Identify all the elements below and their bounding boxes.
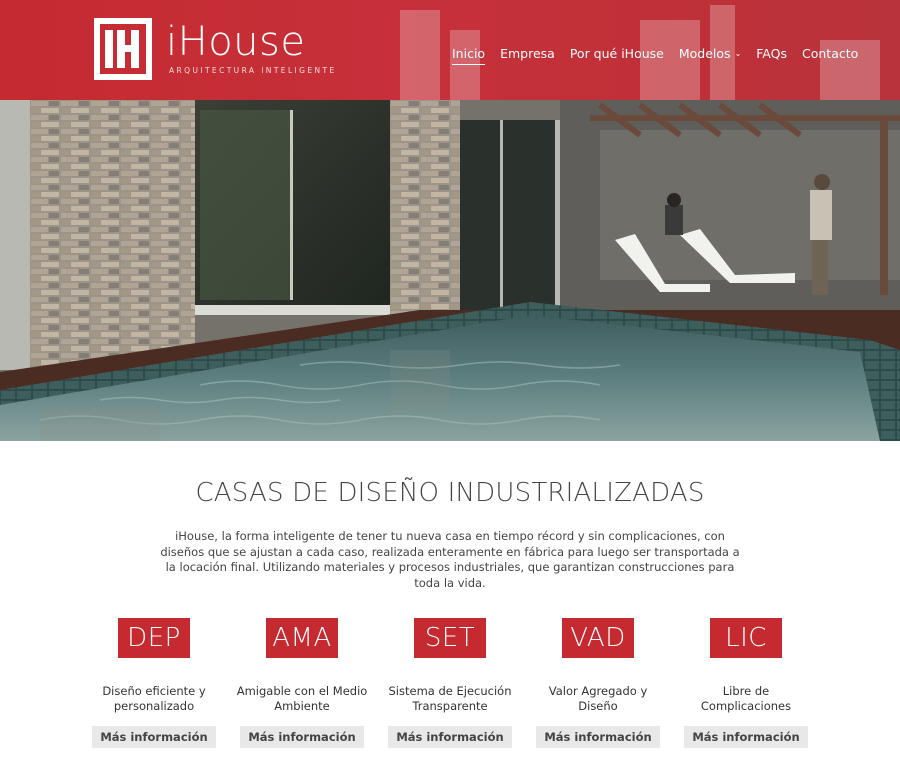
feature-card-lic: LIC Libre de Complicaciones Más informac… (672, 618, 820, 748)
brand-name[interactable]: iHouse (166, 20, 305, 64)
feature-description: Amigable con el Medio Ambiente (236, 684, 368, 713)
more-info-button[interactable]: Más información (92, 726, 216, 748)
nav-item-por-que-ihouse[interactable]: Por qué iHouse (570, 46, 664, 65)
feature-description: Diseño eficiente y personalizado (102, 684, 206, 713)
nav-item-modelos-label: Modelos (678, 46, 731, 61)
feature-badge: SET (414, 618, 486, 658)
feature-badge: DEP (118, 618, 190, 658)
hero-image (0, 100, 900, 441)
feature-description: Valor Agregado y Diseño (548, 684, 648, 713)
feature-card-dep: DEP Diseño eficiente y personalizado Más… (80, 618, 228, 748)
site-header: iHouse ARQUITECTURA INTELIGENTE Inicio E… (0, 0, 900, 100)
more-info-button[interactable]: Más información (240, 726, 364, 748)
brand-tagline: ARQUITECTURA INTELIGENTE (169, 66, 337, 75)
more-info-button[interactable]: Más información (536, 726, 660, 748)
page-headline: CASAS DE DISEÑO INDUSTRIALIZADAS (195, 478, 705, 508)
feature-badge: AMA (266, 618, 338, 658)
feature-badge: VAD (562, 618, 634, 658)
feature-card-set: SET Sistema de Ejecución Transparente Má… (376, 618, 524, 748)
feature-description: Sistema de Ejecución Transparente (388, 684, 512, 713)
nav-item-inicio[interactable]: Inicio (452, 46, 486, 65)
nav-item-contacto[interactable]: Contacto (802, 46, 858, 65)
features-row: DEP Diseño eficiente y personalizado Más… (80, 618, 820, 748)
feature-description: Libre de Complicaciones (700, 684, 792, 713)
nav-item-modelos[interactable]: Modelos ⌄ (679, 46, 741, 65)
feature-card-vad: VAD Valor Agregado y Diseño Más informac… (524, 618, 672, 748)
nav-item-faqs[interactable]: FAQs (756, 46, 787, 65)
nav-item-empresa[interactable]: Empresa (500, 46, 555, 65)
feature-card-ama: AMA Amigable con el Medio Ambiente Más i… (228, 618, 376, 748)
feature-badge: LIC (710, 618, 782, 658)
chevron-down-icon: ⌄ (734, 49, 742, 58)
more-info-button[interactable]: Más información (684, 726, 808, 748)
logo-icon[interactable] (94, 18, 152, 80)
hero-house-pool-illustration (0, 100, 900, 441)
intro-paragraph: iHouse, la forma inteligente de tener tu… (160, 529, 740, 590)
more-info-button[interactable]: Más información (388, 726, 512, 748)
main-nav: Inicio Empresa Por qué iHouse Modelos ⌄ F… (452, 46, 873, 65)
